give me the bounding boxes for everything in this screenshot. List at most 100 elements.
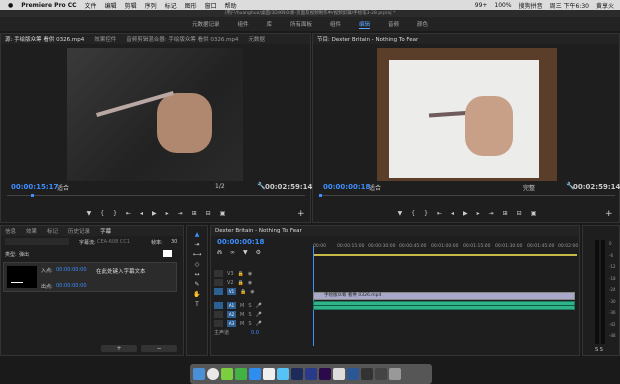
- solo-button[interactable]: S: [248, 321, 251, 327]
- out-point-value[interactable]: 00:00:00:00: [56, 283, 87, 289]
- master-volume[interactable]: 0.0: [251, 330, 259, 336]
- mic-icon[interactable]: 🎤: [256, 312, 262, 318]
- lock-icon[interactable]: 🔒: [240, 289, 246, 295]
- step-back-icon[interactable]: ◂: [451, 210, 454, 217]
- timeline-timecode[interactable]: 00:00:00:18: [217, 238, 264, 246]
- menu-help[interactable]: 帮助: [225, 1, 237, 10]
- track-label-v1[interactable]: V1: [227, 288, 236, 295]
- mute-button[interactable]: M: [240, 303, 244, 309]
- app-icon[interactable]: [375, 368, 387, 380]
- timeline-tab[interactable]: Dexter Britain - Nothing To Fear: [215, 228, 302, 234]
- lock-icon[interactable]: 🔒: [238, 280, 244, 286]
- app-icon[interactable]: [263, 368, 275, 380]
- tab-info[interactable]: 信息: [5, 227, 16, 235]
- program-quality-dropdown[interactable]: 完整: [523, 183, 535, 192]
- tab-effects[interactable]: 效果: [26, 227, 37, 235]
- tab-effect-controls[interactable]: 效果控件: [94, 35, 116, 43]
- clock[interactable]: 周三 下午6:30: [550, 1, 589, 10]
- chrome-icon[interactable]: [207, 368, 219, 380]
- go-to-in-icon[interactable]: ⇤: [437, 210, 442, 217]
- source-patch-v1[interactable]: [214, 288, 223, 295]
- u-app-icon[interactable]: [249, 368, 261, 380]
- finder-icon[interactable]: [193, 368, 205, 380]
- snap-icon[interactable]: ⋒: [217, 249, 222, 256]
- razor-icon[interactable]: ◇: [187, 260, 207, 270]
- mic-icon[interactable]: 🎤: [256, 321, 262, 327]
- marker-icon[interactable]: ▼: [87, 210, 92, 217]
- menu-marker[interactable]: 标记: [165, 1, 177, 10]
- apple-icon[interactable]: ●: [8, 2, 13, 9]
- notification-badge[interactable]: 99+: [475, 2, 488, 9]
- overwrite-icon[interactable]: ⊟: [206, 210, 211, 217]
- menu-window[interactable]: 窗口: [205, 1, 217, 10]
- app-name[interactable]: Premiere Pro CC: [21, 2, 76, 9]
- play-icon[interactable]: ▶: [152, 210, 157, 217]
- ws-tab-audio[interactable]: 音频: [388, 20, 399, 28]
- track-label-a1[interactable]: A1: [227, 302, 236, 309]
- ws-tab-assembly-2[interactable]: 组件: [330, 20, 341, 28]
- frame-rate-value[interactable]: 30: [171, 239, 177, 245]
- marker-icon[interactable]: ▼: [398, 210, 403, 217]
- mark-in-icon[interactable]: {: [411, 210, 415, 217]
- go-to-in-icon[interactable]: ⇤: [126, 210, 131, 217]
- preview-icon[interactable]: [333, 368, 345, 380]
- source-playhead[interactable]: [31, 194, 34, 197]
- hand-tool-icon[interactable]: ✋: [187, 290, 207, 300]
- solo-button[interactable]: S: [248, 303, 251, 309]
- app-icon[interactable]: [305, 368, 317, 380]
- settings-icon[interactable]: ⚙: [256, 249, 261, 256]
- ws-tab-libraries[interactable]: 库: [266, 20, 272, 28]
- menu-edit[interactable]: 编辑: [105, 1, 117, 10]
- mic-icon[interactable]: 🎤: [256, 303, 262, 309]
- ws-tab-metadata[interactable]: 元数据记录: [192, 20, 220, 28]
- tab-program[interactable]: 节目: Dexter Britain - Nothing To Fear: [317, 35, 418, 43]
- mark-out-icon[interactable]: }: [424, 210, 428, 217]
- ws-tab-editing[interactable]: 编辑: [359, 20, 371, 29]
- source-patch-a1[interactable]: [214, 302, 223, 309]
- caption-stream-value[interactable]: CEA-608 CC1: [97, 239, 130, 245]
- extract-icon[interactable]: ⊟: [517, 210, 522, 217]
- camera-icon[interactable]: ▣: [531, 210, 537, 217]
- word-icon[interactable]: [347, 368, 359, 380]
- remove-caption-button[interactable]: −: [141, 345, 177, 352]
- app-icon[interactable]: [361, 368, 373, 380]
- menu-graphics[interactable]: 图形: [185, 1, 197, 10]
- photoshop-icon[interactable]: [291, 368, 303, 380]
- add-button-icon[interactable]: +: [605, 209, 613, 219]
- timeline-ruler[interactable]: 00:00 00:00:15:00 00:00:30:00 00:00:45:0…: [313, 244, 578, 254]
- add-button-icon[interactable]: +: [297, 209, 305, 219]
- tab-markers[interactable]: 标记: [47, 227, 58, 235]
- wechat-work-icon[interactable]: [235, 368, 247, 380]
- selection-tool-icon[interactable]: ▲: [187, 230, 207, 240]
- source-patch-a2[interactable]: [214, 311, 223, 318]
- source-patch-v2[interactable]: [214, 279, 223, 286]
- lock-icon[interactable]: 🔒: [238, 271, 244, 277]
- tab-captions[interactable]: 字幕: [100, 227, 111, 235]
- caption-text-field[interactable]: 在此处键入字幕文本: [96, 267, 146, 275]
- linked-icon[interactable]: ∞: [230, 249, 235, 256]
- caption-row[interactable]: 入点: 00:00:00:00 出点: 00:00:00:00 在此处键入字幕文…: [3, 262, 177, 292]
- play-icon[interactable]: ▶: [463, 210, 468, 217]
- trash-icon[interactable]: [389, 368, 401, 380]
- ws-tab-all-panels[interactable]: 所有面板: [290, 20, 312, 28]
- meter-solo-buttons[interactable]: S S: [595, 347, 603, 353]
- battery-level[interactable]: 100%: [494, 2, 511, 9]
- track-select-icon[interactable]: ⇥: [187, 240, 207, 250]
- eye-icon[interactable]: ◉: [250, 289, 254, 295]
- type-dropdown[interactable]: 弹出: [19, 251, 29, 258]
- wechat-icon[interactable]: [221, 368, 233, 380]
- ws-tab-color[interactable]: 颜色: [417, 20, 428, 28]
- step-forward-icon[interactable]: ▸: [166, 210, 169, 217]
- type-tool-icon[interactable]: T: [187, 300, 207, 310]
- menu-file[interactable]: 文件: [85, 1, 97, 10]
- menu-clip[interactable]: 剪辑: [125, 1, 137, 10]
- tab-audio-mixer[interactable]: 音频剪辑混合器: 手绘版众筹 看供 0326.mp4: [126, 35, 238, 43]
- add-caption-button[interactable]: +: [101, 345, 137, 352]
- video-clip[interactable]: 手绘版众筹 看供 0326.mp4: [313, 292, 575, 300]
- eye-icon[interactable]: ◉: [248, 271, 252, 277]
- marker-icon[interactable]: ▼: [243, 249, 248, 256]
- user-name[interactable]: 黄享火: [596, 1, 614, 10]
- program-timecode[interactable]: 00:00:00:18: [323, 183, 370, 191]
- go-to-out-icon[interactable]: ⇥: [489, 210, 494, 217]
- track-label-a3[interactable]: A3: [227, 320, 236, 327]
